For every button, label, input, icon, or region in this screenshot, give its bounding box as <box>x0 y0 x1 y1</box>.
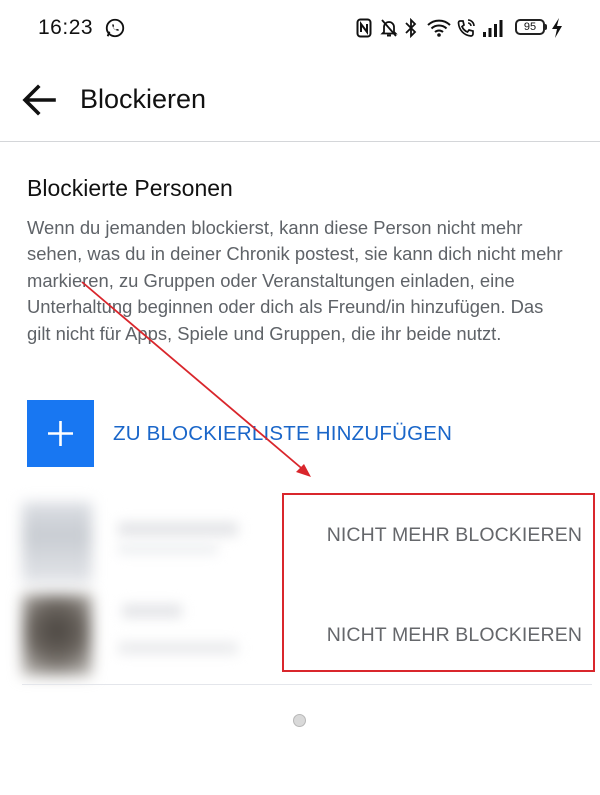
whatsapp-icon <box>105 18 125 38</box>
wifi-calling-icon <box>457 19 475 37</box>
blurred-name <box>118 522 238 536</box>
blurred-detail <box>118 544 218 554</box>
battery-level: 95 <box>523 21 537 33</box>
wifi-icon <box>427 19 451 37</box>
battery-icon: 95 <box>515 19 545 35</box>
screen: 16:23 95 Blockieren Blockierte Personen … <box>0 0 600 795</box>
mute-icon <box>380 19 398 37</box>
blurred-name <box>122 604 182 618</box>
status-time: 16:23 <box>38 16 94 39</box>
avatar <box>22 502 92 584</box>
section-title: Blockierte Personen <box>27 175 233 201</box>
section-description: Wenn du jemanden blockierst, kann diese … <box>27 217 563 344</box>
annotation-highlight-box <box>282 493 595 672</box>
add-to-block-list-label: ZU BLOCKIERLISTE HINZUFÜGEN <box>113 422 453 445</box>
bluetooth-icon <box>405 18 417 38</box>
status-bar: 16:23 95 <box>0 0 600 56</box>
signal-icon <box>483 20 503 37</box>
battery-cap <box>545 24 547 30</box>
plus-icon <box>48 421 73 446</box>
nfc-icon <box>356 18 372 38</box>
add-to-block-list-button[interactable]: ZU BLOCKIERLISTE HINZUFÜGEN <box>27 400 567 468</box>
add-button-square <box>27 400 94 467</box>
avatar <box>22 594 92 676</box>
blurred-detail <box>118 642 238 654</box>
scroll-indicator <box>293 714 306 727</box>
header-divider <box>0 141 600 142</box>
arrow-left-icon[interactable] <box>20 80 60 120</box>
charging-icon <box>552 18 562 38</box>
page-title: Blockieren <box>80 84 207 114</box>
app-bar: Blockieren <box>0 56 600 142</box>
list-divider <box>22 684 592 685</box>
